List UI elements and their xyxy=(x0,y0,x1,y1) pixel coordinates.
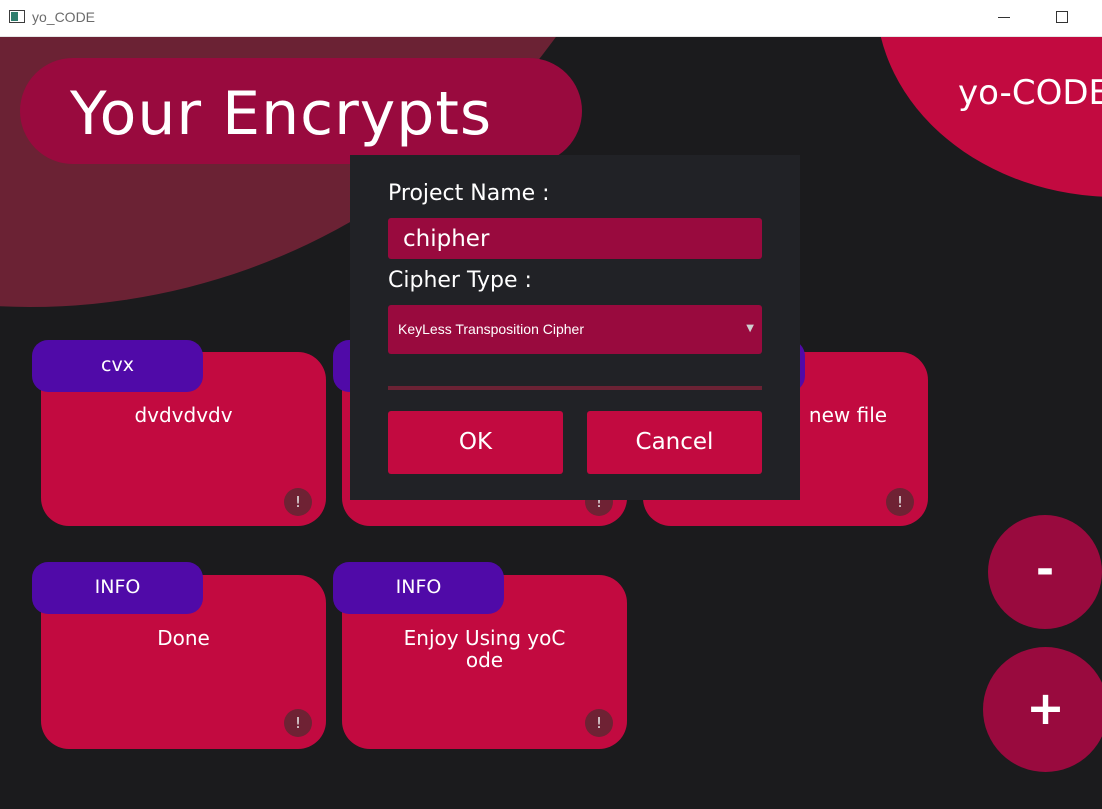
card-tab-label: INFO xyxy=(94,576,141,598)
card-tab-label: cvx xyxy=(101,354,134,376)
cipher-type-label: Cipher Type : xyxy=(388,268,532,293)
warning-icon[interactable]: ! xyxy=(585,709,613,737)
card-text: Enjoy Using yoCode xyxy=(403,626,566,672)
maximize-button[interactable] xyxy=(1046,0,1078,36)
card-text: Done xyxy=(157,626,210,650)
page-title: Your Encrypts xyxy=(70,79,493,149)
ok-button[interactable]: OK xyxy=(388,411,563,474)
main-canvas: yo-CODE Your Encrypts dvdvdvdv ! cvx ! n… xyxy=(0,37,1102,809)
card-text: dvdvdvdv xyxy=(134,403,233,427)
project-name-input[interactable] xyxy=(388,218,762,259)
background-shape-right xyxy=(876,37,1102,197)
window-titlebar: yo_CODE xyxy=(0,0,1102,37)
cancel-button[interactable]: Cancel xyxy=(587,411,762,474)
warning-icon[interactable]: ! xyxy=(284,709,312,737)
card-tab: cvx xyxy=(32,340,203,392)
card-tab: INFO xyxy=(333,562,504,614)
dialog-divider xyxy=(388,386,762,390)
add-button[interactable]: + xyxy=(983,647,1102,772)
warning-icon[interactable]: ! xyxy=(886,488,914,516)
chevron-down-icon: ▼ xyxy=(746,323,754,334)
remove-button[interactable]: - xyxy=(988,515,1102,629)
window-title: yo_CODE xyxy=(32,9,96,25)
card-tab: INFO xyxy=(32,562,203,614)
cipher-type-value: KeyLess Transposition Cipher xyxy=(398,321,584,337)
minimize-button[interactable] xyxy=(988,0,1020,36)
new-project-dialog: Project Name : Cipher Type : KeyLess Tra… xyxy=(350,155,800,500)
card-tab-label: INFO xyxy=(395,576,442,598)
brand-label: yo-CODE xyxy=(958,73,1102,113)
warning-icon[interactable]: ! xyxy=(284,488,312,516)
project-name-label: Project Name : xyxy=(388,181,550,206)
app-icon xyxy=(9,10,25,23)
cipher-type-select[interactable]: KeyLess Transposition Cipher ▼ xyxy=(388,305,762,354)
